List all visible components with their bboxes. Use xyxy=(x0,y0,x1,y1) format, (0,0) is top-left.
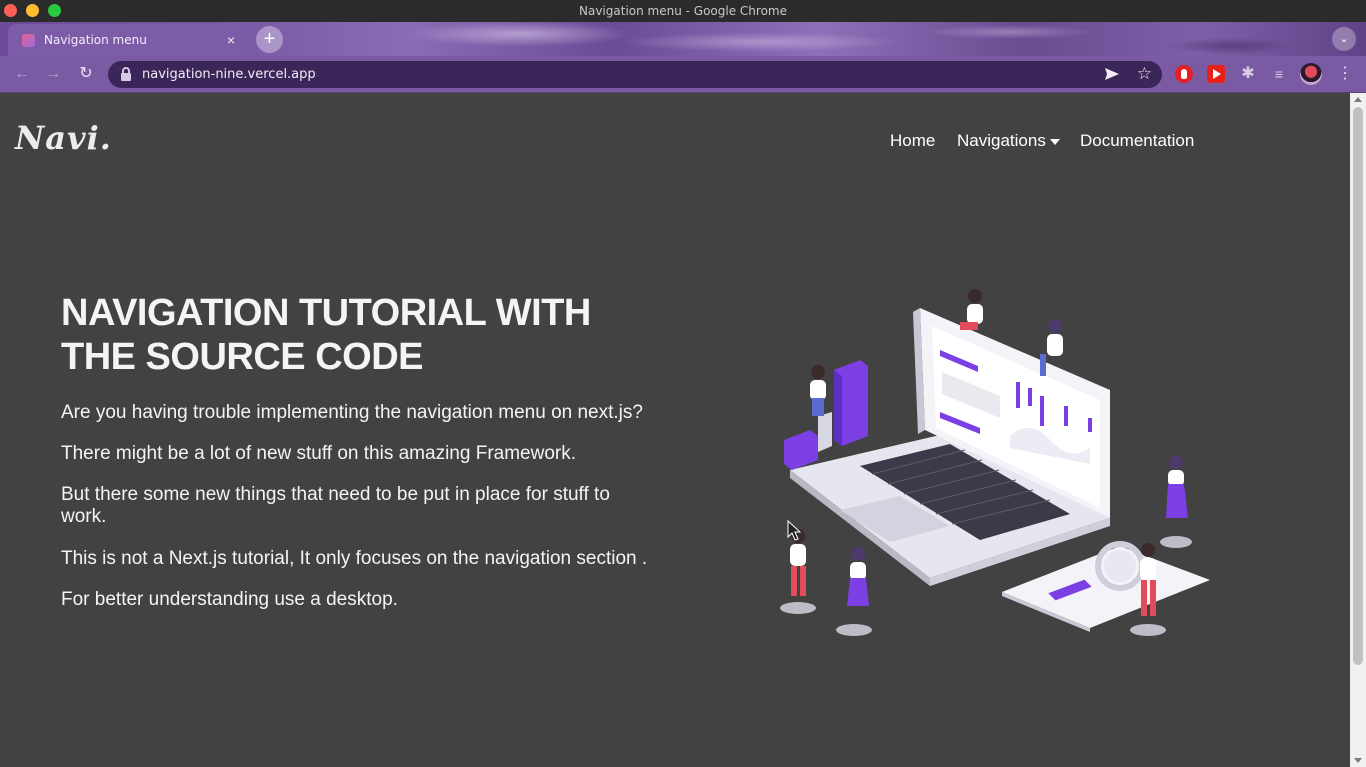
hero-paragraph: This is not a Next.js tutorial, It only … xyxy=(61,548,648,569)
hero-headline: NAVIGATION TUTORIAL WITH THE SOURCE CODE xyxy=(61,291,661,379)
profile-avatar[interactable] xyxy=(1300,63,1322,85)
headline-line-2: THE SOURCE CODE xyxy=(61,336,423,378)
new-tab-button[interactable]: + xyxy=(256,26,283,53)
window-title: Navigation menu - Google Chrome xyxy=(579,4,787,18)
mouse-cursor-icon xyxy=(787,520,802,541)
tab-search-icon[interactable]: ⌄ xyxy=(1332,27,1356,51)
bookmark-star-icon[interactable]: ☆ xyxy=(1137,64,1152,84)
scroll-up-arrow-icon[interactable] xyxy=(1354,97,1362,102)
favicon-icon xyxy=(22,34,35,47)
hero-paragraph: But there some new things that need to b… xyxy=(61,484,610,527)
title-bar: Navigation menu - Google Chrome xyxy=(0,0,1366,22)
scroll-down-arrow-icon[interactable] xyxy=(1354,758,1362,763)
address-bar[interactable]: navigation-nine.vercel.app ☆ xyxy=(108,61,1162,88)
caret-down-icon xyxy=(1049,138,1060,145)
adblock-extension-icon[interactable] xyxy=(1175,65,1193,83)
hero-paragraph: For better understanding use a desktop. xyxy=(61,589,398,610)
send-icon[interactable] xyxy=(1104,66,1120,82)
back-button[interactable]: ← xyxy=(11,63,33,85)
web-page: Navi. Home Navigations Documentation NAV… xyxy=(0,93,1350,767)
hero-paragraph: Are you having trouble implementing the … xyxy=(61,402,643,423)
youtube-extension-icon[interactable] xyxy=(1207,65,1225,83)
nav-navigations-dropdown[interactable]: Navigations xyxy=(957,131,1060,151)
page-scrollbar[interactable] xyxy=(1350,93,1366,767)
media-control-icon[interactable]: ≡ xyxy=(1270,65,1288,83)
scroll-thumb[interactable] xyxy=(1353,107,1363,665)
lock-icon[interactable] xyxy=(121,67,131,81)
reload-button[interactable]: ↻ xyxy=(75,63,97,85)
laptop-team-illustration xyxy=(780,289,1210,636)
nav-documentation-link[interactable]: Documentation xyxy=(1080,131,1194,151)
nav-navigations-label: Navigations xyxy=(957,131,1046,150)
site-logo[interactable]: Navi. xyxy=(15,119,112,157)
nav-home-link[interactable]: Home xyxy=(890,131,935,151)
extensions-puzzle-icon[interactable]: ✱ xyxy=(1239,65,1257,83)
hero-paragraph: There might be a lot of new stuff on thi… xyxy=(61,443,576,464)
tab-navigation-menu[interactable]: Navigation menu × xyxy=(8,24,247,56)
forward-button[interactable]: → xyxy=(42,63,64,85)
url-text[interactable]: navigation-nine.vercel.app xyxy=(142,67,316,82)
tab-title: Navigation menu xyxy=(44,33,147,47)
headline-line-1: NAVIGATION TUTORIAL WITH xyxy=(61,292,591,334)
chrome-menu-icon[interactable]: ⋮ xyxy=(1336,65,1354,83)
browser-toolbar: ← → ↻ navigation-nine.vercel.app ☆ ✱ ≡ ⋮ xyxy=(0,56,1366,93)
tab-strip: Navigation menu × + ⌄ xyxy=(0,22,1366,56)
tab-close-icon[interactable]: × xyxy=(223,32,239,48)
